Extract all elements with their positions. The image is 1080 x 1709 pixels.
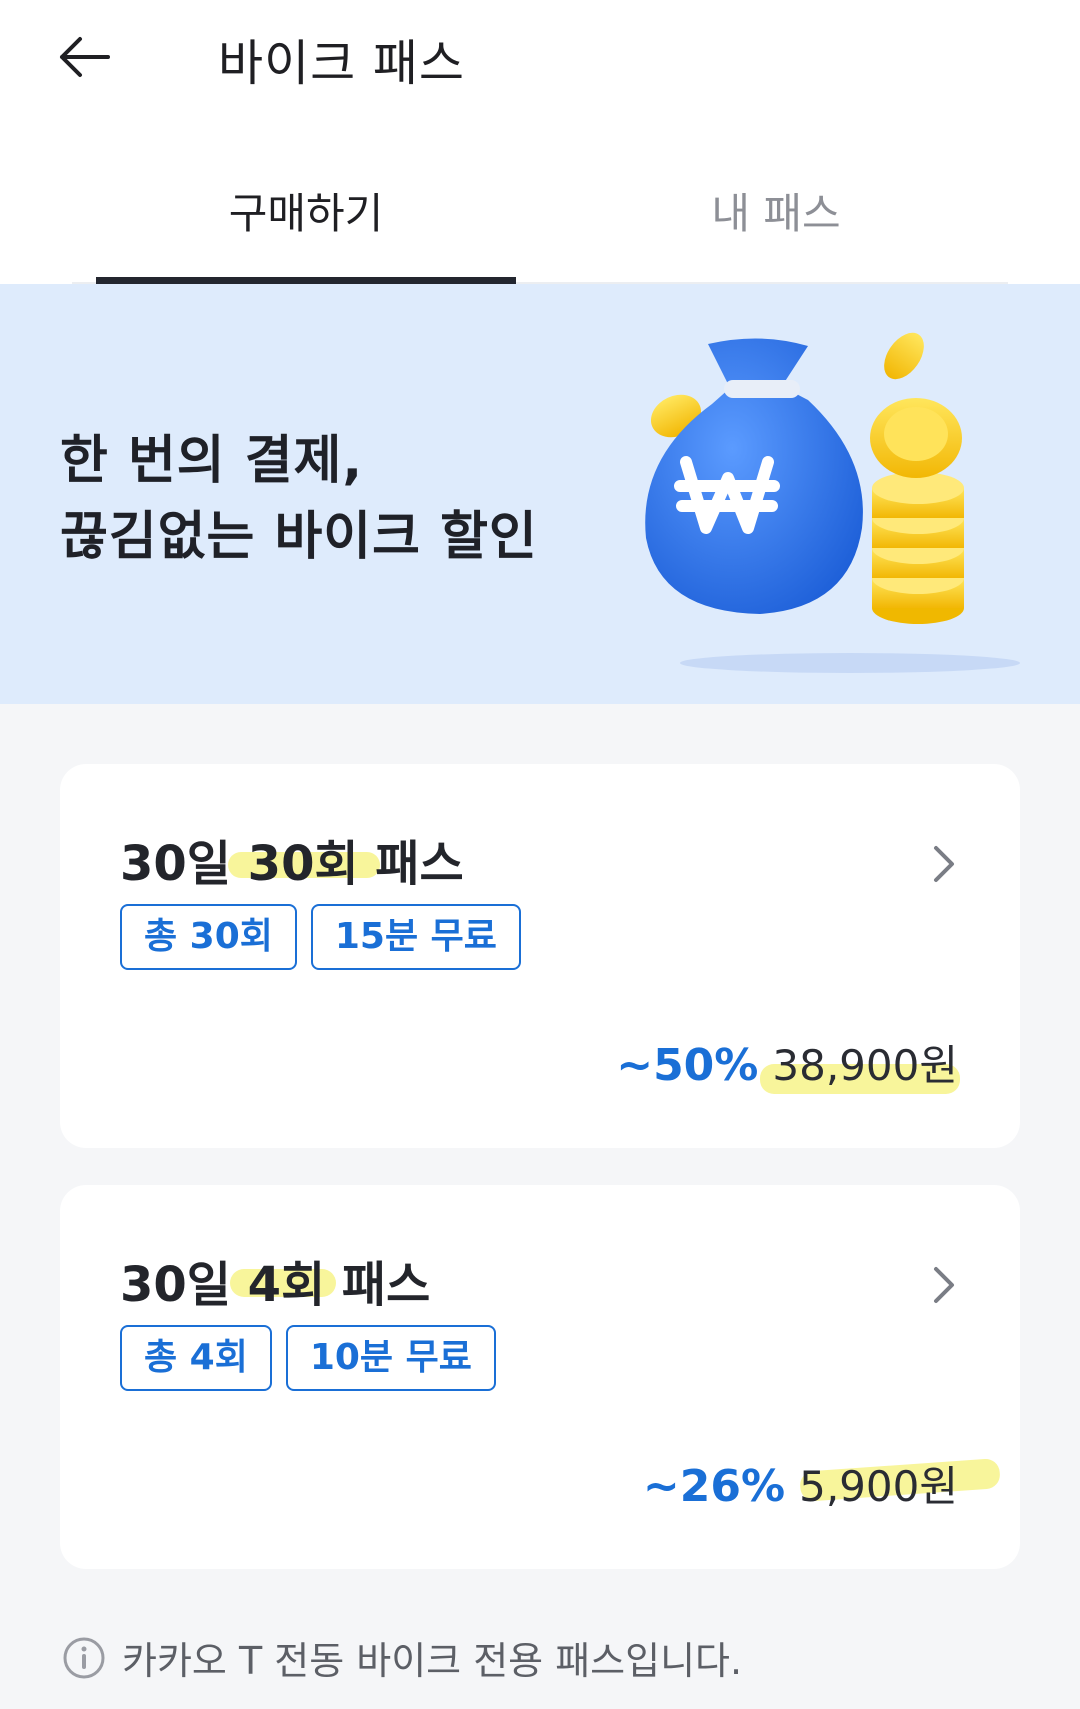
pass-price: 5,900원 — [799, 1462, 958, 1511]
tag-free-minutes: 15분 무료 — [310, 904, 521, 970]
chevron-right-icon — [934, 1267, 954, 1303]
notice-text: 카카오 T 전동 바이크 전용 패스입니다. — [122, 1639, 743, 1683]
notice: 카카오 T 전동 바이크 전용 패스입니다. — [62, 1630, 742, 1685]
tab-bar: 구매하기 내 패스 — [0, 120, 1080, 284]
pass-card-30-times[interactable]: 30일 30회 패스 총 30회 15분 무료 ~50% 38,900원 — [60, 764, 1020, 1148]
tab-purchase[interactable]: 구매하기 — [96, 180, 516, 284]
pass-tags: 총 4회 10분 무료 — [120, 1325, 496, 1391]
tag-total-uses: 총 4회 — [120, 1325, 272, 1391]
pass-title: 30일 30회 패스 — [120, 836, 464, 892]
discount-rate: ~50% — [616, 1040, 759, 1091]
app-header: 바이크 패스 — [0, 0, 1080, 120]
banner-headline-line-2: 끊김없는 바이크 할인 — [60, 507, 538, 567]
page-title: 바이크 패스 — [218, 35, 465, 92]
pass-price: 38,900원 — [772, 1041, 958, 1090]
pass-card-4-times[interactable]: 30일 4회 패스 총 4회 10분 무료 ~26% 5,900원 — [60, 1185, 1020, 1569]
tag-free-minutes: 10분 무료 — [285, 1325, 496, 1391]
promo-banner: 한 번의 결제, 끊김없는 바이크 할인 — [0, 284, 1080, 704]
pass-tags: 총 30회 15분 무료 — [120, 904, 521, 970]
info-icon — [63, 1637, 105, 1678]
chevron-right-icon — [934, 846, 954, 882]
back-button[interactable] — [44, 22, 124, 92]
tag-total-uses: 총 30회 — [120, 904, 297, 970]
tab-active-indicator — [96, 277, 516, 284]
pass-title: 30일 4회 패스 — [120, 1257, 431, 1313]
banner-headline-line-1: 한 번의 결제, — [60, 431, 364, 491]
price-row: ~50% 38,900원 — [616, 1032, 958, 1093]
tab-my-pass[interactable]: 내 패스 — [566, 180, 986, 284]
price-row: ~26% 5,900원 — [643, 1453, 958, 1514]
money-bag-coins-icon — [645, 332, 1020, 673]
arrow-left-icon — [60, 37, 110, 77]
page: 바이크 패스 구매하기 내 패스 한 번의 결제, 끊김없는 바이크 할인 30… — [0, 0, 1080, 1709]
discount-rate: ~26% — [642, 1461, 786, 1512]
